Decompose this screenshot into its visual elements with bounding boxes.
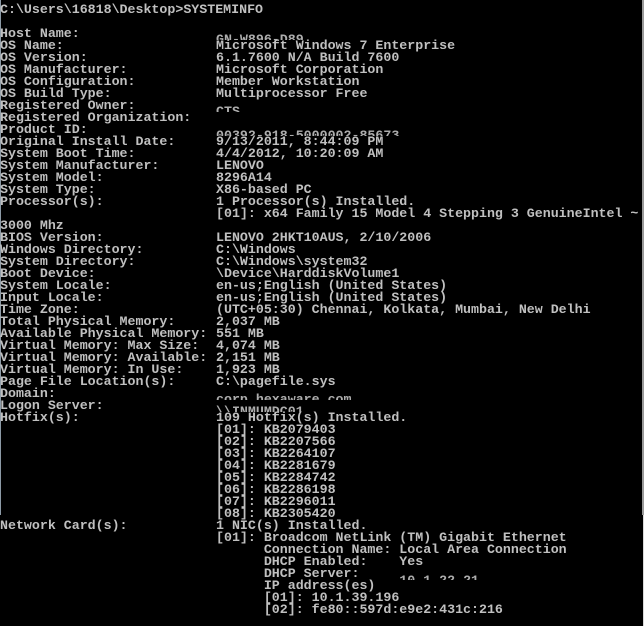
info-label — [0, 484, 216, 496]
redacted-value: corp.hexaware.com — [216, 388, 351, 400]
command-prompt-window[interactable]: C:\Users\16818\Desktop> SYSTEMINFO Host N… — [0, 0, 644, 626]
info-label: Network Card(s): — [0, 518, 128, 533]
info-value: C:\pagefile.sys — [216, 374, 336, 389]
info-label: Processor(s): — [0, 194, 104, 209]
prompt-command: SYSTEMINFO — [183, 2, 264, 17]
info-label — [0, 544, 216, 556]
info-value: [02]: fe80::597d:e9e2:431c:216 — [216, 602, 503, 617]
info-label — [0, 496, 216, 508]
info-label — [0, 604, 216, 616]
info-value: [01]: x64 Family 15 Model 4 Stepping 3 G… — [216, 206, 639, 221]
info-label — [0, 460, 216, 472]
redacted-value: 10.1.22.21 — [399, 568, 479, 580]
info-label — [0, 592, 216, 604]
info-label — [0, 472, 216, 484]
info-value: Multiprocessor Free — [216, 86, 368, 101]
info-label: Hotfix(s): — [0, 410, 80, 425]
info-label — [0, 448, 216, 460]
info-label — [0, 580, 216, 592]
info-label — [0, 568, 216, 580]
command-prompt-line: C:\Users\16818\Desktop> SYSTEMINFO — [0, 2, 264, 17]
info-label — [0, 532, 216, 544]
info-value: CTS — [216, 104, 240, 112]
info-label — [0, 424, 216, 436]
info-row: [02]: fe80::597d:e9e2:431c:216 — [0, 602, 503, 617]
info-row: Hotfix(s): 109 Hotfix(s) Installed. — [0, 410, 407, 425]
info-row: [01]: x64 Family 15 Model 4 Stepping 3 G… — [0, 206, 639, 221]
info-label — [0, 556, 216, 568]
redacted-value: CTS — [216, 100, 240, 112]
prompt-path: C:\Users\16818\Desktop> — [0, 2, 184, 17]
info-label — [0, 436, 216, 448]
